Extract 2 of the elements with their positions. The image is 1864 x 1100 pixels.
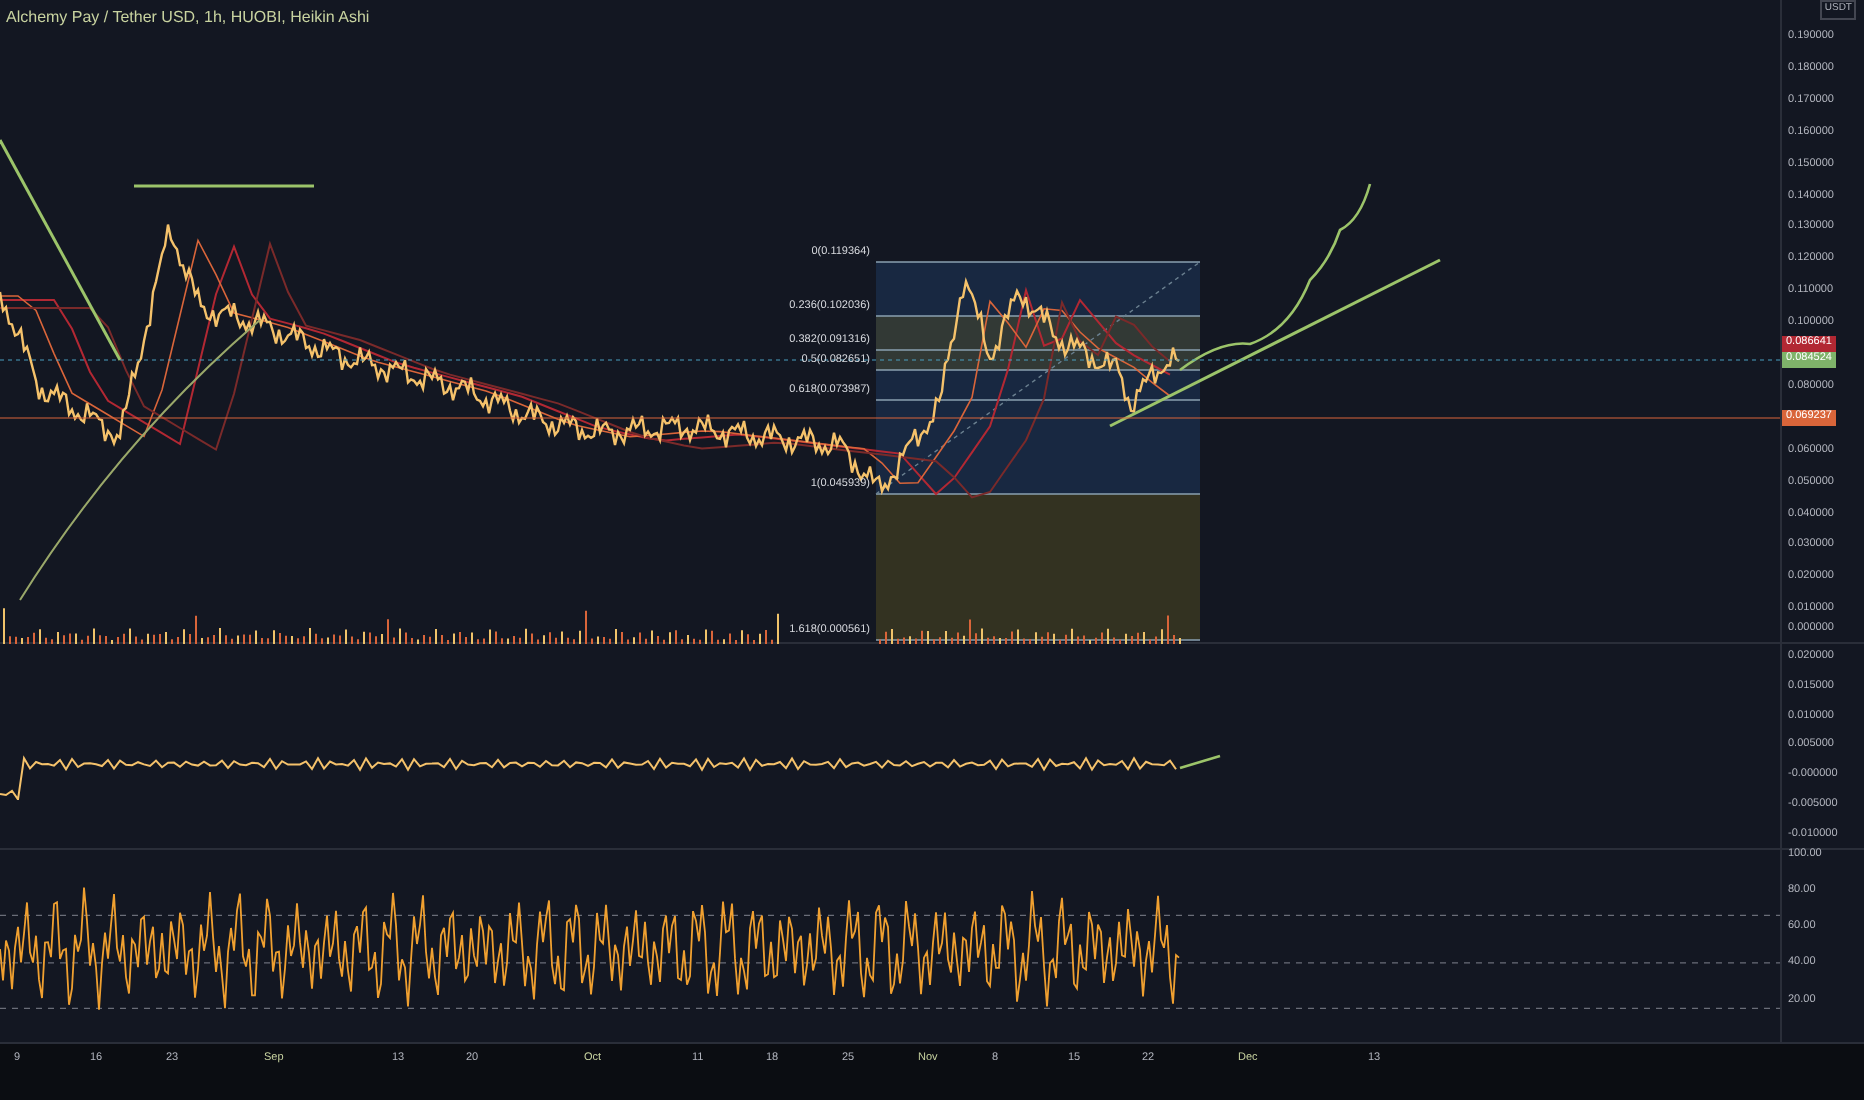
trend-line xyxy=(1179,754,1221,770)
chart-title: Alchemy Pay / Tether USD, 1h, HUOBI, Heikin Ashi xyxy=(6,6,370,30)
